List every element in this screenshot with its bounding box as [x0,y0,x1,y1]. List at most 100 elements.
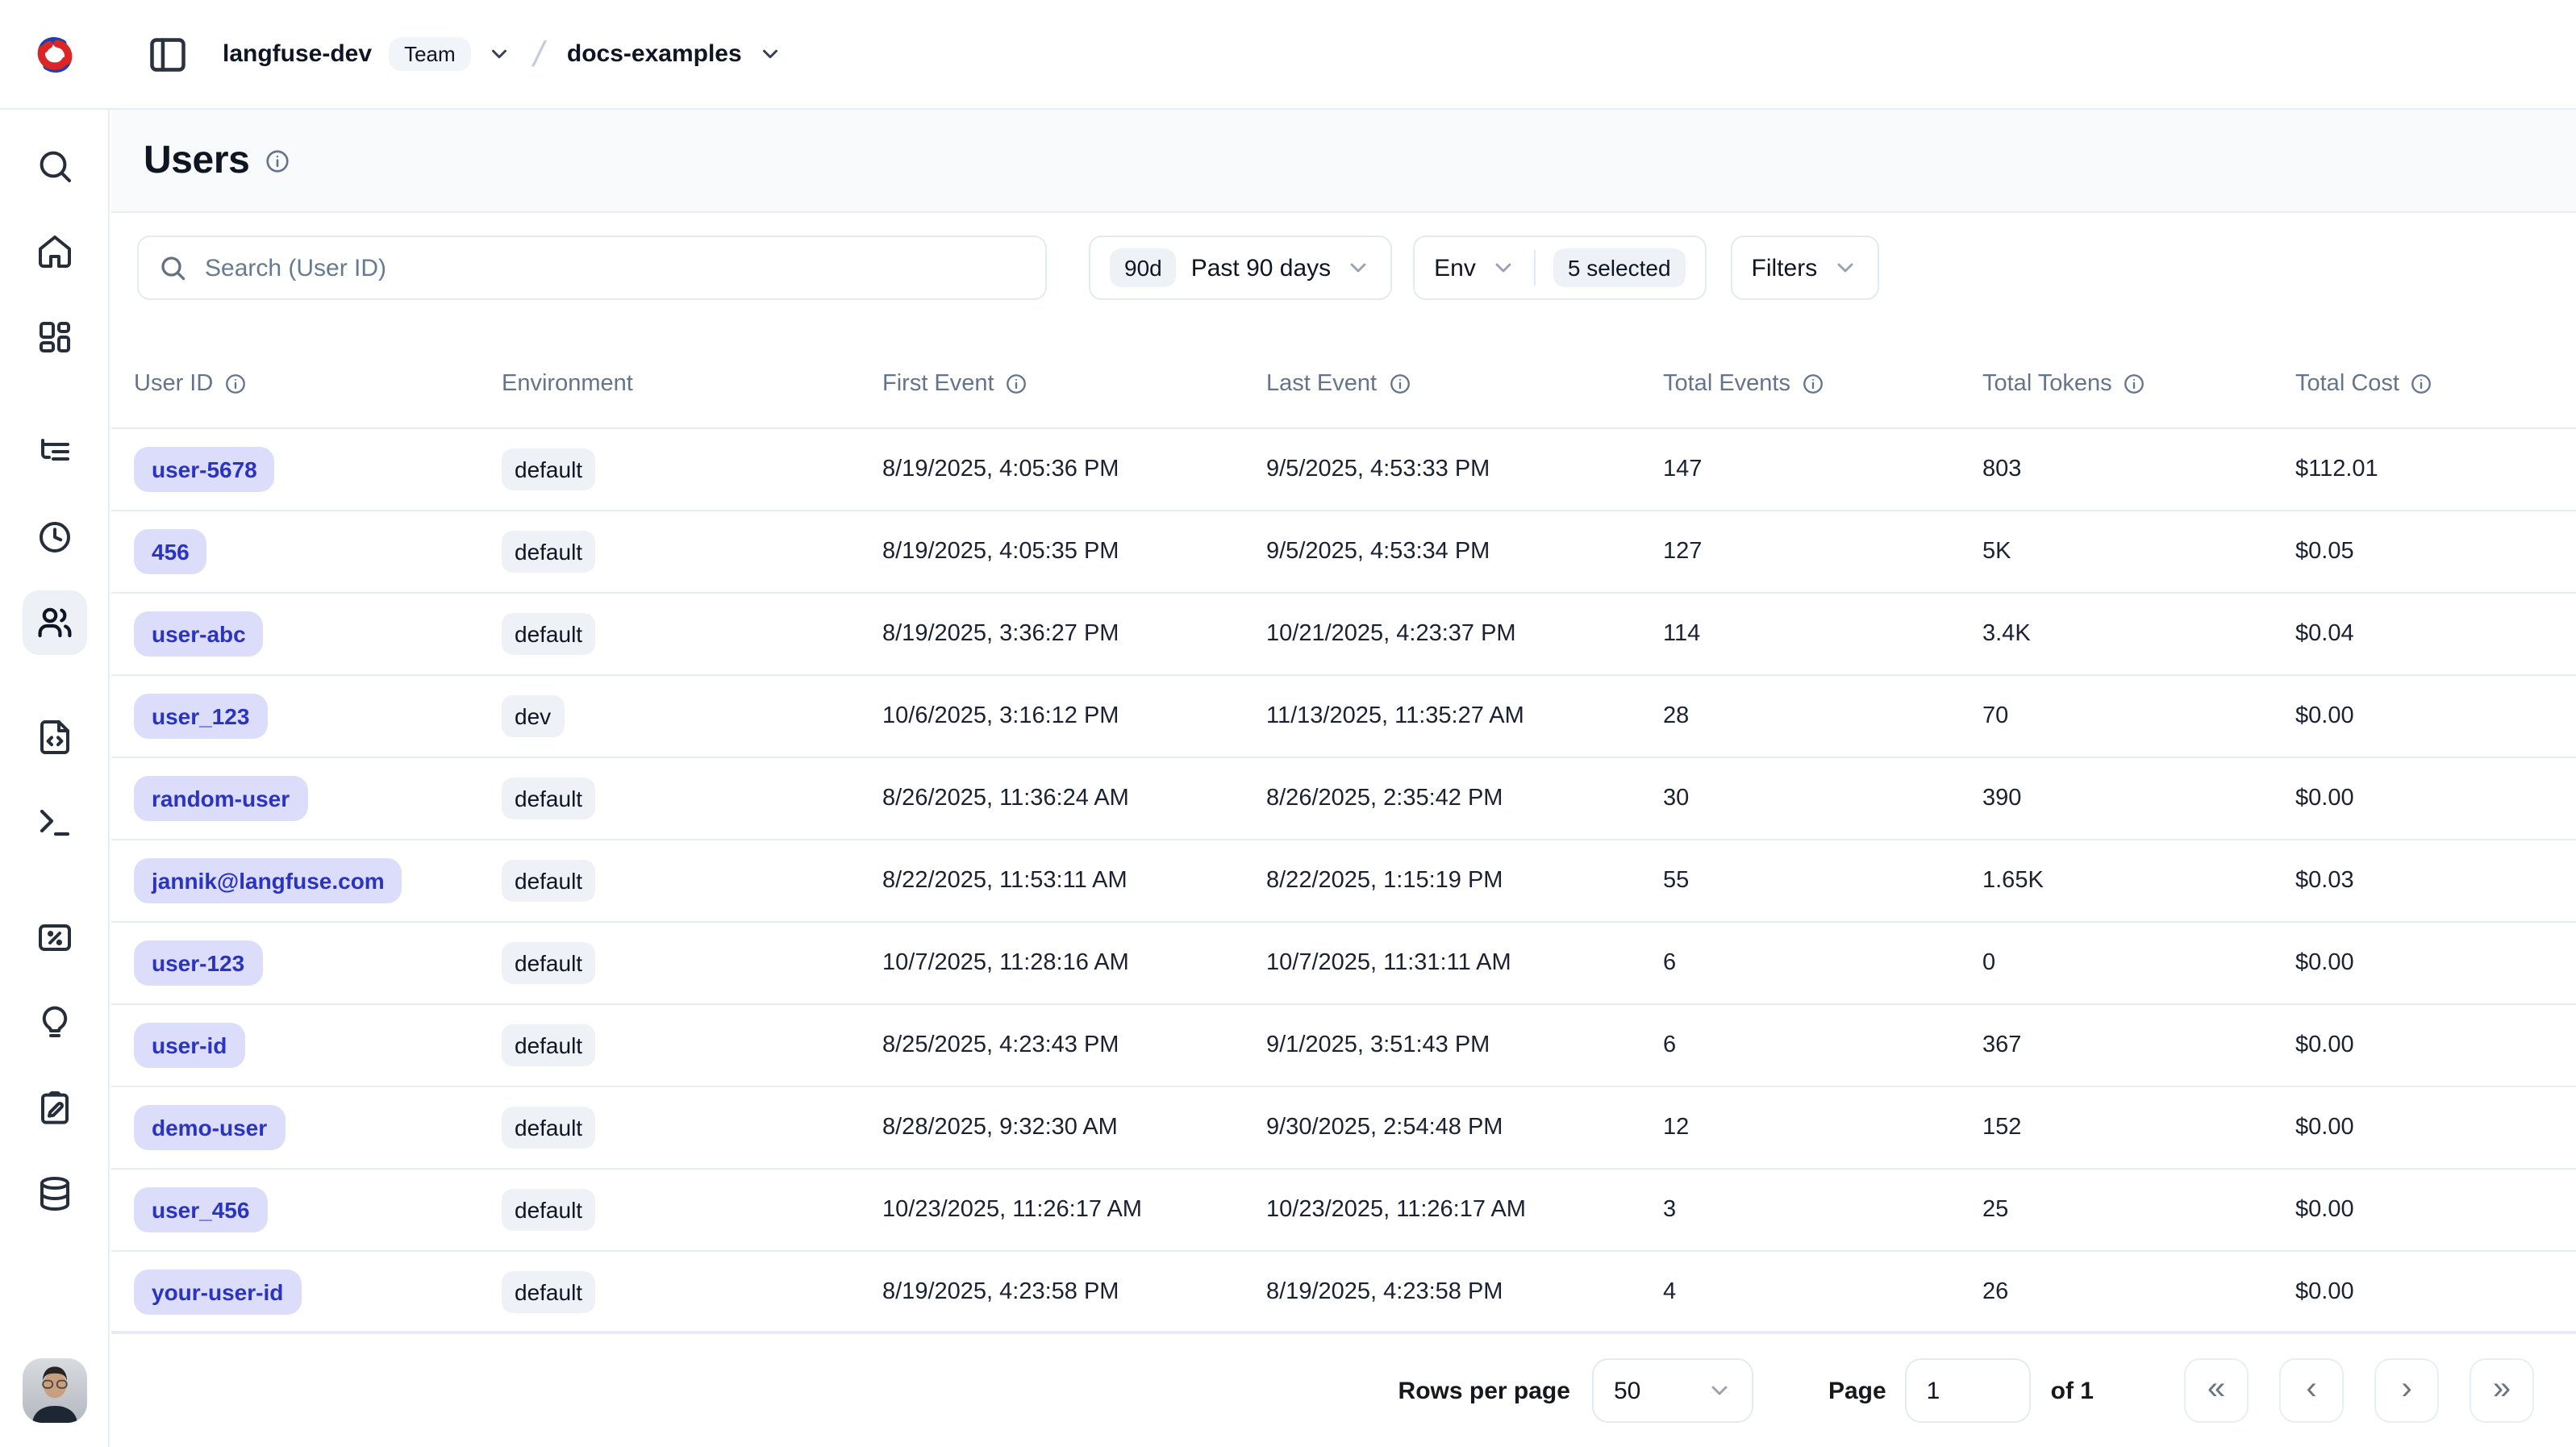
total-events-cell: 114 [1663,621,1982,647]
sidebar-item-datasets[interactable] [22,1161,86,1226]
environment-badge: default [502,448,595,490]
table-row[interactable]: user-id default 8/25/2025, 4:23:43 PM 9/… [111,1003,2576,1086]
info-icon[interactable] [2124,373,2146,395]
info-icon[interactable] [224,373,247,395]
sidebar-item-playground[interactable] [22,790,86,855]
sidebar-item-home[interactable] [22,219,86,284]
user-id-badge[interactable]: 456 [134,529,207,574]
sidebar-item-users[interactable] [22,590,86,655]
users-table: User ID Environment First Event [111,340,2576,1332]
total-events-cell: 55 [1663,868,1982,894]
project-switcher-button[interactable] [758,42,782,66]
total-tokens-cell: 803 [1982,457,2295,482]
page-label: Page [1828,1377,1886,1404]
next-page-button[interactable]: › [2374,1358,2439,1423]
main-content: 90d Past 90 days Env 5 selected Filters [111,215,2576,1447]
first-event-cell: 8/19/2025, 3:36:27 PM [882,621,1266,647]
info-icon[interactable] [1388,373,1411,395]
sidebar-toggle-button[interactable] [142,28,194,80]
clock-icon [35,518,73,557]
sidebar-item-tracing[interactable] [22,419,86,484]
column-header[interactable]: First Event [882,371,1266,397]
table-row[interactable]: random-user default 8/26/2025, 11:36:24 … [111,757,2576,839]
table-row[interactable]: user_123 dev 10/6/2025, 3:16:12 PM 11/13… [111,674,2576,757]
app-logo[interactable] [0,28,110,80]
info-icon [264,148,290,173]
column-header[interactable]: Environment [502,371,882,397]
column-header-label: First Event [882,371,994,397]
search-box[interactable] [137,236,1047,300]
user-id-badge[interactable]: random-user [134,776,307,821]
total-tokens-cell: 70 [1982,703,2295,729]
user-id-badge[interactable]: jannik@langfuse.com [134,858,402,903]
info-icon[interactable] [1006,373,1028,395]
first-page-button[interactable]: « [2184,1358,2249,1423]
page-number-input[interactable] [1906,1358,2032,1423]
breadcrumb-separator: / [523,33,555,75]
table-row[interactable]: demo-user default 8/28/2025, 9:32:30 AM … [111,1086,2576,1168]
sidebar-item-prompts[interactable] [22,705,86,769]
table-row[interactable]: your-user-id default 8/19/2025, 4:23:58 … [111,1250,2576,1332]
environment-badge: default [502,942,595,984]
total-events-cell: 147 [1663,457,1982,482]
table-row[interactable]: user-123 default 10/7/2025, 11:28:16 AM … [111,921,2576,1003]
table-row[interactable]: user-abc default 8/19/2025, 3:36:27 PM 1… [111,592,2576,674]
first-event-cell: 10/6/2025, 3:16:12 PM [882,703,1266,729]
user-id-badge[interactable]: demo-user [134,1105,285,1150]
sidebar-item-evaluation[interactable] [22,905,86,970]
table-row[interactable]: jannik@langfuse.com default 8/22/2025, 1… [111,839,2576,921]
column-header[interactable]: Last Event [1266,371,1663,397]
rows-per-page-select[interactable]: 50 [1593,1358,1754,1423]
panel-left-icon [147,33,189,75]
info-icon[interactable] [1802,373,1824,395]
user-id-badge[interactable]: user-id [134,1023,244,1068]
breadcrumb-org[interactable]: langfuse-dev [223,40,372,68]
user-id-badge[interactable]: user_123 [134,694,267,739]
total-cost-cell: $0.03 [2295,868,2576,894]
column-header[interactable]: Total Events [1663,371,1982,397]
total-events-cell: 30 [1663,786,1982,811]
total-tokens-cell: 152 [1982,1115,2295,1141]
column-header[interactable]: Total Cost [2295,371,2576,397]
total-events-cell: 28 [1663,703,1982,729]
user-id-badge[interactable]: user_456 [134,1187,267,1232]
environment-filter-button[interactable]: Env 5 selected [1413,236,1706,300]
last-event-cell: 8/19/2025, 4:23:58 PM [1266,1278,1663,1304]
last-page-button[interactable]: » [2470,1358,2534,1423]
table-row[interactable]: 456 default 8/19/2025, 4:05:35 PM 9/5/20… [111,510,2576,592]
breadcrumb-project[interactable]: docs-examples [567,40,742,68]
sidebar-item-sessions[interactable] [22,505,86,569]
sidebar-item-search[interactable] [22,134,86,198]
total-events-cell: 6 [1663,950,1982,976]
column-header-label: Environment [502,371,633,397]
sidebar-item-annotation[interactable] [22,1076,86,1141]
user-id-badge[interactable]: your-user-id [134,1269,301,1314]
sidebar-item-dashboards[interactable] [22,305,86,369]
page-info-icon[interactable] [264,148,290,173]
user-id-badge[interactable]: user-123 [134,940,262,986]
prev-page-button[interactable]: ‹ [2279,1358,2344,1423]
org-plan-badge: Team [388,36,472,71]
user-id-badge[interactable]: user-5678 [134,447,275,492]
dashboard-grid-icon [35,318,73,357]
info-icon[interactable] [2411,373,2433,395]
user-avatar[interactable] [22,1358,86,1423]
percent-card-icon [35,918,73,957]
env-label: Env [1434,254,1476,281]
langfuse-logo-icon [29,28,81,80]
last-event-cell: 9/1/2025, 3:51:43 PM [1266,1032,1663,1058]
chevron-down-icon [1345,255,1371,281]
filters-button[interactable]: Filters [1731,236,1879,300]
user-id-badge[interactable]: user-abc [134,611,264,657]
table-row[interactable]: user-5678 default 8/19/2025, 4:05:36 PM … [111,427,2576,510]
search-input[interactable] [202,252,1026,283]
page-of-label: of 1 [2051,1377,2094,1404]
sidebar-item-insights[interactable] [22,990,86,1055]
org-switcher-button[interactable] [488,42,512,66]
table-row[interactable]: user_456 default 10/23/2025, 11:26:17 AM… [111,1168,2576,1250]
date-range-button[interactable]: 90d Past 90 days [1089,236,1392,300]
column-header[interactable]: Total Tokens [1982,371,2295,397]
column-header[interactable]: User ID [134,371,502,397]
file-code-icon [35,718,73,757]
total-cost-cell: $0.00 [2295,1278,2576,1304]
